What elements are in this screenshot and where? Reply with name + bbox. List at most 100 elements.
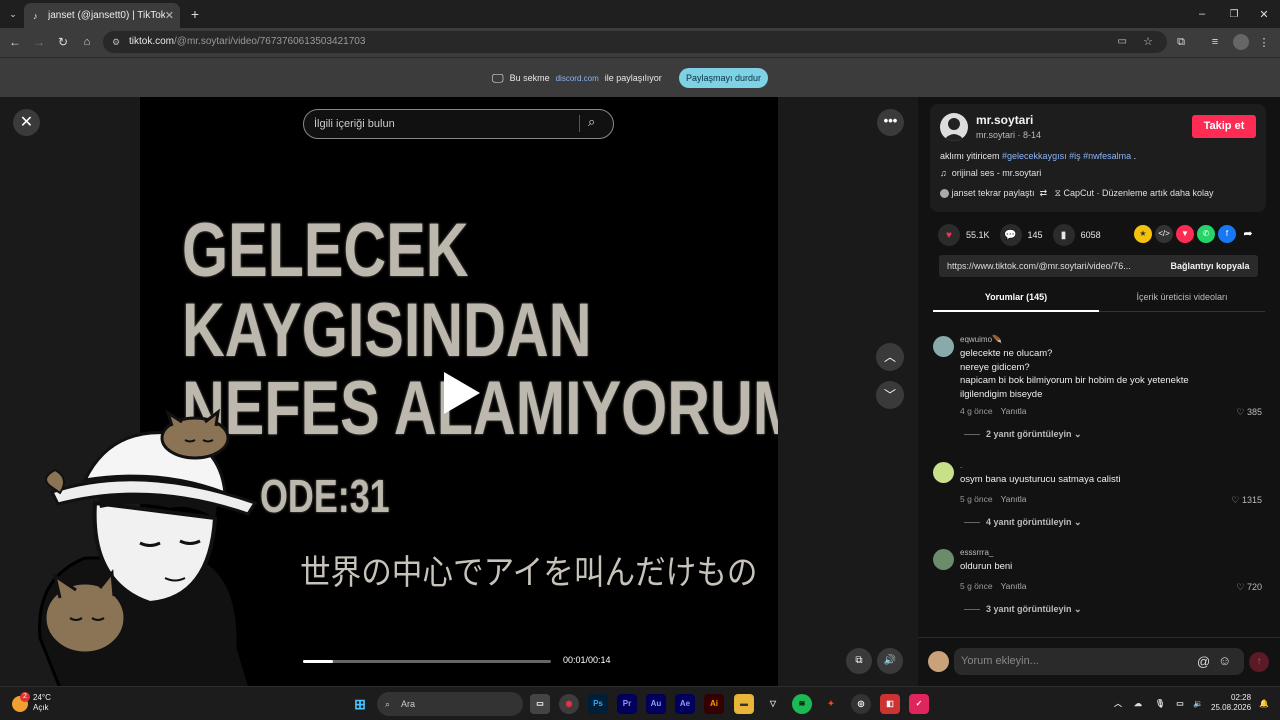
browser-tab[interactable]: ♪ janset (@jansett0) | TikTok ✕: [24, 3, 180, 28]
heart-icon[interactable]: ♥: [938, 224, 960, 246]
illustrator-icon[interactable]: Ai: [704, 694, 724, 714]
send-icon[interactable]: ↑: [1249, 652, 1269, 672]
windows-start-icon[interactable]: ⊞: [350, 694, 370, 714]
comment-username[interactable]: eqwuimo🪶: [960, 335, 1002, 344]
premiere-icon[interactable]: Pr: [617, 694, 637, 714]
comment-username[interactable]: esssrrra_: [960, 548, 993, 557]
forward-icon[interactable]: →: [31, 34, 47, 50]
capcut-promo[interactable]: CapCut · Düzenleme artık daha kolay: [1063, 188, 1213, 198]
copy-link-button[interactable]: Bağlantıyı kopyala: [1162, 255, 1258, 277]
bookmark-star-icon[interactable]: ☆: [1143, 31, 1153, 53]
reply-button[interactable]: Yanıtla: [1001, 494, 1027, 504]
video-link-field[interactable]: https://www.tiktok.com/@mr.soytari/video…: [939, 255, 1258, 277]
new-tab-icon[interactable]: +: [186, 5, 204, 23]
reload-icon[interactable]: ↻: [55, 34, 71, 50]
comment-stat[interactable]: 💬 145: [999, 224, 1043, 246]
maximize-icon[interactable]: ❐: [1224, 5, 1244, 23]
task-view-icon[interactable]: ▭: [530, 694, 550, 714]
spotify-icon[interactable]: ≋: [792, 694, 812, 714]
creator-username[interactable]: mr.soytari: [976, 113, 1033, 127]
close-window-icon[interactable]: ✕: [1254, 5, 1274, 23]
send-friend-icon[interactable]: ▼: [1176, 225, 1194, 243]
close-video-button[interactable]: ✕: [13, 109, 40, 136]
music-row[interactable]: ♫ orijinal ses - mr.soytari: [940, 168, 1041, 178]
comment-likes[interactable]: ♡ 385: [1236, 407, 1262, 418]
photoshop-icon[interactable]: Ps: [588, 694, 608, 714]
video-progress-bar[interactable]: [303, 660, 551, 663]
notifications-icon[interactable]: 🔔: [1254, 694, 1274, 714]
creator-subline: mr.soytari · 8-14: [976, 130, 1042, 140]
menu-kebab-icon[interactable]: ⋮: [1258, 34, 1270, 50]
bookmark-icon[interactable]: ▮: [1052, 224, 1075, 246]
extensions-icon[interactable]: ⧉: [1173, 34, 1189, 50]
whatsapp-icon[interactable]: ✆: [1197, 225, 1215, 243]
share-arrow-icon[interactable]: ➦: [1239, 225, 1257, 243]
after-effects-icon[interactable]: Ae: [675, 694, 695, 714]
comment-avatar[interactable]: [933, 336, 954, 357]
hashtag-3[interactable]: #nwfesalma: [1083, 151, 1131, 161]
obs-icon[interactable]: ◎: [851, 694, 871, 714]
reply-button[interactable]: Yanıtla: [1001, 406, 1027, 416]
hashtag-2[interactable]: #iş: [1069, 151, 1081, 161]
previous-video-button[interactable]: ︿: [876, 343, 904, 371]
app-icon-pink[interactable]: ✓: [909, 694, 929, 714]
view-replies-button[interactable]: 4 yanıt görüntüleyin ⌄: [964, 517, 1082, 528]
figma-icon[interactable]: ✦: [821, 694, 841, 714]
follow-button[interactable]: Takip et: [1192, 115, 1256, 138]
repost-row: janset tekrar paylaştı ⇄ ⧖ CapCut · Düze…: [940, 188, 1214, 199]
save-stat[interactable]: ▮ 6058: [1052, 224, 1101, 246]
related-search-input[interactable]: İlgili içeriği bulun: [303, 109, 614, 139]
volume-icon[interactable]: 🔊: [877, 648, 903, 674]
comment-avatar[interactable]: [933, 549, 954, 570]
site-info-icon[interactable]: ⚙: [112, 31, 120, 53]
minimize-icon[interactable]: –: [1192, 5, 1212, 23]
creator-avatar[interactable]: [940, 113, 968, 141]
app-icon-v[interactable]: ▽: [763, 694, 783, 714]
search-icon[interactable]: ⌕: [588, 114, 595, 130]
hashtag-1[interactable]: #gelecekkaygısı: [1002, 151, 1067, 161]
coin-share-icon[interactable]: ★: [1134, 225, 1152, 243]
profile-avatar-icon[interactable]: [1233, 34, 1249, 50]
address-bar[interactable]: ⚙ tiktok.com/@mr.soytari/video/767376061…: [103, 31, 1167, 53]
video-overlay-line-1: GELECEK: [182, 208, 469, 293]
cloud-tray-icon[interactable]: ☁: [1128, 694, 1148, 714]
media-controls-icon[interactable]: ≡: [1207, 34, 1223, 50]
reply-button[interactable]: Yanıtla: [1001, 581, 1027, 591]
tab-creator-videos[interactable]: İçerik üreticisi videoları: [1099, 292, 1265, 302]
more-options-button[interactable]: •••: [877, 109, 904, 136]
taskbar-clock[interactable]: 02:28 25.08.2026: [1211, 693, 1251, 713]
comment-avatar[interactable]: [933, 462, 954, 483]
browser-tab-bar: ⌄ ♪ janset (@jansett0) | TikTok ✕ + – ❐ …: [0, 0, 1280, 28]
tab-comments[interactable]: Yorumlar (145): [933, 292, 1099, 312]
comment-likes[interactable]: ♡ 720: [1236, 582, 1262, 593]
stop-sharing-button[interactable]: Paylaşmayı durdur: [679, 68, 768, 88]
floating-player-icon[interactable]: ⧉: [846, 648, 872, 674]
view-replies-button[interactable]: 2 yanıt görüntüleyin ⌄: [964, 429, 1082, 440]
mention-icon[interactable]: @: [1197, 654, 1210, 669]
tab-close-icon[interactable]: ✕: [165, 9, 174, 22]
volume-tray-icon[interactable]: 🔉: [1188, 694, 1208, 714]
back-icon[interactable]: ←: [7, 34, 23, 50]
file-explorer-icon[interactable]: ▬: [734, 694, 754, 714]
app-icon-red[interactable]: ◧: [880, 694, 900, 714]
next-video-button[interactable]: ﹀: [876, 381, 904, 409]
cast-icon[interactable]: ▭: [1118, 31, 1127, 53]
weather-widget[interactable]: 24°C Açık: [33, 693, 51, 713]
home-icon[interactable]: ⌂: [79, 34, 95, 50]
mic-tray-icon[interactable]: 🎙: [1150, 694, 1170, 714]
facebook-icon[interactable]: f: [1218, 225, 1236, 243]
play-icon[interactable]: [444, 372, 480, 414]
view-replies-button[interactable]: 3 yanıt görüntüleyin ⌄: [964, 604, 1082, 615]
chrome-icon[interactable]: ◉: [559, 694, 579, 714]
taskbar-search[interactable]: ⌕ Ara: [377, 692, 523, 716]
tray-overflow-icon[interactable]: ︿: [1108, 694, 1128, 714]
emoji-icon[interactable]: ☺: [1218, 653, 1231, 668]
tab-list-chevron-icon[interactable]: ⌄: [6, 6, 20, 22]
comment-likes[interactable]: ♡ 1315: [1231, 495, 1262, 506]
network-icon[interactable]: ▭: [1170, 694, 1190, 714]
audition-icon[interactable]: Au: [646, 694, 666, 714]
comment-icon[interactable]: 💬: [999, 224, 1022, 246]
comment-username[interactable]: .: [960, 461, 962, 470]
like-stat[interactable]: ♥ 55.1K: [938, 224, 990, 246]
embed-icon[interactable]: </>: [1155, 225, 1173, 243]
